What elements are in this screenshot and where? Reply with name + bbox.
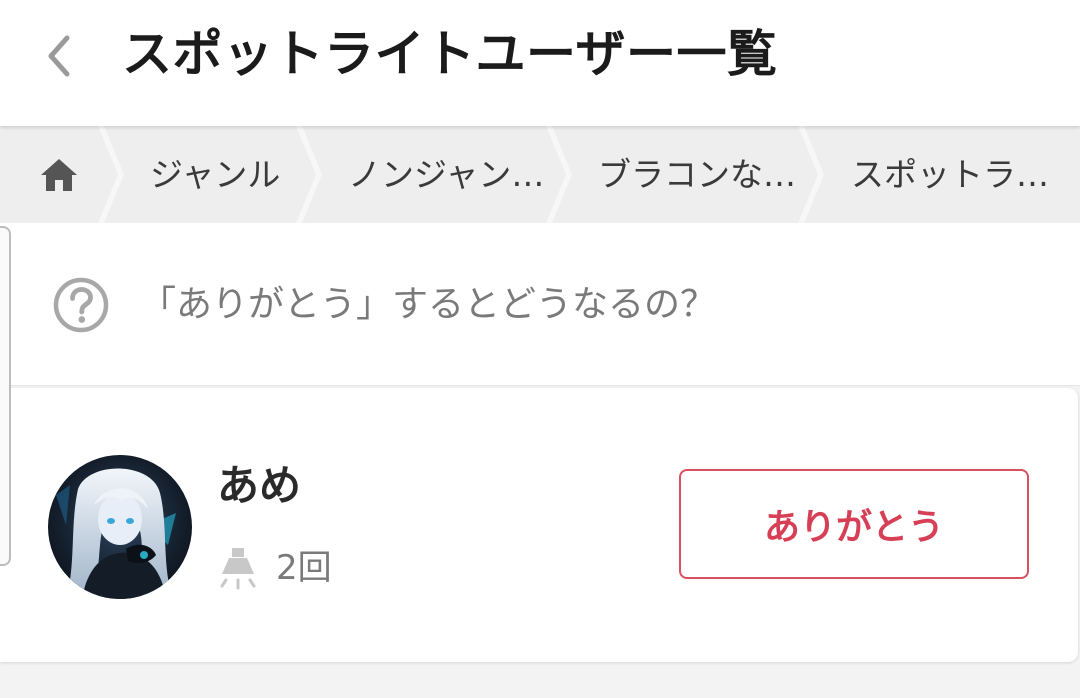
- user-card: あめ 2回 ありがとう: [0, 388, 1078, 662]
- breadcrumb: ジャンル ノンジャン… ブラコンな… スポットラ…: [0, 126, 1080, 223]
- spotlight-count: 2回: [276, 548, 332, 588]
- avatar[interactable]: [48, 455, 192, 599]
- breadcrumb-item-spotlight[interactable]: スポットラ…: [851, 126, 1049, 223]
- breadcrumb-separator: [546, 126, 572, 223]
- avatar-image: [48, 455, 192, 599]
- app-header: スポットライトユーザー一覧: [0, 0, 1080, 126]
- help-link[interactable]: 「ありがとう」するとどうなるの？: [0, 223, 1080, 386]
- thanks-button[interactable]: ありがとう: [679, 469, 1029, 579]
- breadcrumb-home[interactable]: [30, 154, 88, 196]
- breadcrumb-item-genre[interactable]: ジャンル: [150, 126, 280, 223]
- username[interactable]: あめ: [217, 458, 301, 514]
- page-title: スポットライトユーザー一覧: [122, 25, 778, 83]
- question-circle-icon: [53, 277, 109, 333]
- side-drawer-handle[interactable]: [0, 226, 11, 566]
- breadcrumb-item-nongenre[interactable]: ノンジャン…: [348, 126, 544, 223]
- breadcrumb-separator: [296, 126, 322, 223]
- chevron-left-icon: [48, 35, 70, 77]
- home-icon: [41, 159, 77, 191]
- back-button[interactable]: [30, 28, 86, 84]
- breadcrumb-item-work[interactable]: ブラコンな…: [598, 126, 796, 223]
- help-text: 「ありがとう」するとどうなるの？: [140, 284, 717, 325]
- breadcrumb-separator: [798, 126, 824, 223]
- spotlight-icon: [220, 548, 256, 590]
- breadcrumb-separator: [98, 126, 124, 223]
